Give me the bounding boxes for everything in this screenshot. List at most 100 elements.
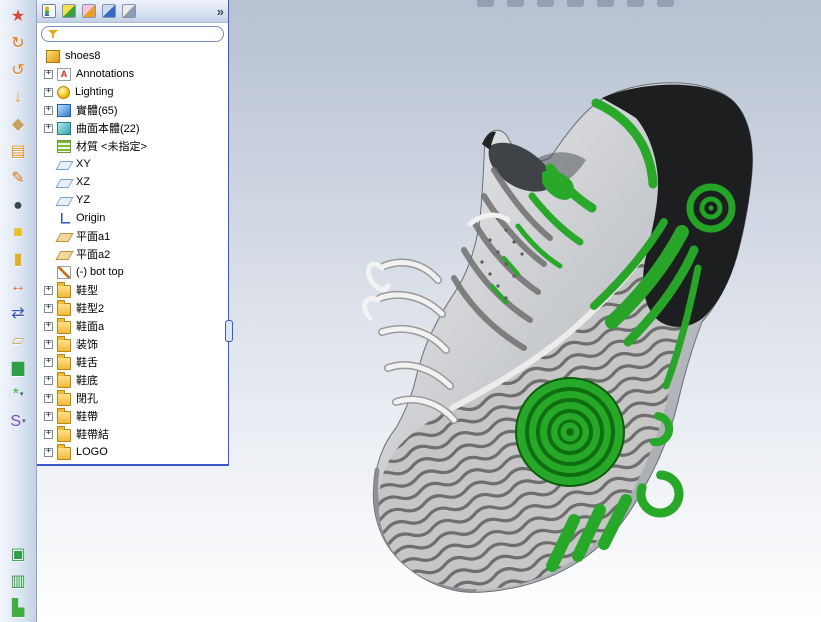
expand-toggle-icon[interactable]: +: [44, 447, 53, 457]
plane-icon: [57, 194, 71, 207]
origin-icon: [57, 211, 71, 225]
expand-toggle-icon[interactable]: +: [44, 303, 53, 313]
expand-toggle-icon[interactable]: +: [44, 87, 53, 97]
sole-green-pod: [515, 377, 625, 487]
expand-toggle-icon[interactable]: +: [44, 69, 53, 79]
filter-input[interactable]: [62, 28, 217, 40]
tool-icon-notebook-tool[interactable]: ▆: [2, 354, 34, 381]
tree-item-folder-decoration[interactable]: + 装饰: [37, 335, 228, 353]
tool-icon-plane-tool[interactable]: ◆: [2, 111, 34, 138]
propertymanager-tab-icon[interactable]: [62, 4, 76, 18]
tree-item-folder-laces[interactable]: + 鞋帶: [37, 407, 228, 425]
tool-icon-folder-tool[interactable]: ▤: [2, 138, 34, 165]
rotate-view-glyph-icon: ↻: [11, 34, 25, 52]
feature-manager-tab-bar: »: [37, 0, 228, 23]
tool-icon-window-green[interactable]: ▣: [2, 541, 34, 568]
tree-item-folder-lace-knot[interactable]: + 鞋帶結: [37, 425, 228, 443]
tree-item-folder-sole[interactable]: + 鞋底: [37, 371, 228, 389]
folder-tool-glyph-icon: ▤: [10, 142, 26, 160]
tool-icon-swap-arrows[interactable]: ⇄: [2, 300, 34, 327]
configurationmanager-tab-icon[interactable]: [82, 4, 96, 18]
tree-item-plane-xz[interactable]: + XZ: [37, 173, 228, 191]
ref-plane-icon: [57, 230, 71, 243]
tool-icon-rotate-view[interactable]: ↻: [2, 30, 34, 57]
box-tool-glyph-icon: ■: [13, 223, 23, 241]
expand-toggle-icon[interactable]: +: [44, 393, 53, 403]
notebook-tool-glyph-icon: ▆: [11, 358, 25, 376]
expand-toggle-icon[interactable]: +: [44, 429, 53, 439]
folder-icon: [57, 335, 71, 352]
surface-bodies-icon: [57, 121, 71, 135]
tree-item-surface-bodies[interactable]: + 曲面本體(22): [37, 119, 228, 137]
expand-toggle-icon[interactable]: +: [44, 123, 53, 133]
cropped-bottom-glyph-icon: ▙: [11, 599, 25, 617]
expand-toggle-icon[interactable]: +: [44, 357, 53, 367]
tool-icon-cropped-bottom[interactable]: ▙: [2, 595, 34, 622]
tool-icon-sheet-tool[interactable]: ▱: [2, 327, 34, 354]
swap-arrows-glyph-icon: ⇄: [11, 304, 25, 322]
tool-icon-curve-tool[interactable]: ↺: [2, 57, 34, 84]
tree-item-plane-yz[interactable]: + YZ: [37, 191, 228, 209]
feature-tree: shoes8 + Annotations + Lighting + 實體(65)…: [37, 44, 228, 461]
tree-item-solid-bodies[interactable]: + 實體(65): [37, 101, 228, 119]
sketch-icon: [57, 265, 71, 279]
tree-item-plane-a1[interactable]: + 平面a1: [37, 227, 228, 245]
tool-icon-spline-tool[interactable]: S ▾: [2, 408, 34, 435]
sketch-pencil-glyph-icon: ✎: [11, 169, 25, 187]
tree-item-material[interactable]: + 材質 <未指定>: [37, 137, 228, 155]
tab-icons: [42, 4, 136, 18]
tree-item-folder-shoe-last[interactable]: + 鞋型: [37, 281, 228, 299]
plane-icon: [57, 158, 71, 171]
tool-icon-box-tool[interactable]: ■: [2, 219, 34, 246]
tool-icon-sphere-tool[interactable]: ●: [2, 192, 34, 219]
curve-tool-glyph-icon: ↺: [11, 61, 25, 79]
folder-icon: [57, 353, 71, 370]
tool-icon-sketch-pencil[interactable]: ✎: [2, 165, 34, 192]
tab-overflow-chevron[interactable]: »: [217, 5, 224, 18]
tree-item-plane-a2[interactable]: + 平面a2: [37, 245, 228, 263]
expand-toggle-icon[interactable]: +: [44, 411, 53, 421]
tree-item-folder-shoe-last2[interactable]: + 鞋型2: [37, 299, 228, 317]
part-icon: [46, 49, 60, 63]
tool-icon-snap-point[interactable]: * ▾: [2, 381, 34, 408]
tree-item-lighting[interactable]: + Lighting: [37, 83, 228, 101]
expand-toggle-icon[interactable]: +: [44, 321, 53, 331]
material-icon: [57, 139, 71, 153]
tool-icon-sketch-star[interactable]: ★: [2, 3, 34, 30]
folder-icon: [57, 317, 71, 334]
tool-icon-import-arrow[interactable]: ↓: [2, 84, 34, 111]
tree-item-folder-tongue[interactable]: + 鞋舌: [37, 353, 228, 371]
dropdown-arrow-icon: ▾: [22, 418, 26, 425]
folder-icon: [57, 371, 71, 388]
chart-green-glyph-icon: ▥: [10, 572, 26, 590]
filter-pill[interactable]: [41, 26, 224, 42]
tree-item-folder-logo[interactable]: + LOGO: [37, 443, 228, 461]
tree-item-origin[interactable]: + Origin: [37, 209, 228, 227]
panel-resize-handle[interactable]: [225, 320, 233, 342]
solidworks-window: ★ ↻ ↺ ↓ ◆ ▤ ✎ ● ■ ▮ ↔ ⇄ ▱ ▆ *▾S▾ ▣ ▥ ▙ » shoes8 + Annota…: [0, 0, 821, 622]
tool-icon-cylinder-tool[interactable]: ▮: [2, 246, 34, 273]
expand-toggle-icon[interactable]: +: [44, 285, 53, 295]
displaymanager-tab-icon[interactable]: [122, 4, 136, 18]
tree-item-folder-shoe-upper[interactable]: + 鞋面a: [37, 317, 228, 335]
feature-tree-items: + Annotations + Lighting + 實體(65) + 曲面本體…: [37, 65, 228, 461]
dimxpertmanager-tab-icon[interactable]: [102, 4, 116, 18]
tree-item-folder-eyelets[interactable]: + 閉孔: [37, 389, 228, 407]
expand-toggle-icon[interactable]: +: [44, 105, 53, 115]
tool-icon-chart-green[interactable]: ▥: [2, 568, 34, 595]
featuremanager-tab-icon[interactable]: [42, 4, 56, 18]
left-toolbar: ★ ↻ ↺ ↓ ◆ ▤ ✎ ● ■ ▮ ↔ ⇄ ▱ ▆ * ▾ S ▾ ▣ ▥ ▙: [0, 0, 37, 622]
tree-item-annotations[interactable]: + Annotations: [37, 65, 228, 83]
folder-icon: [57, 389, 71, 406]
tool-icon-move-tool[interactable]: ↔: [2, 273, 34, 300]
expand-toggle-icon[interactable]: +: [44, 339, 53, 349]
tree-item-plane-xy[interactable]: + XY: [37, 155, 228, 173]
left-toolbar-bottom-group: ▣ ▥ ▙: [2, 541, 34, 622]
move-tool-glyph-icon: ↔: [10, 277, 26, 295]
tree-item-bot-top-sketch[interactable]: + (-) bot top: [37, 263, 228, 281]
plane-tool-glyph-icon: ◆: [11, 115, 25, 133]
left-toolbar-top-group: ★ ↻ ↺ ↓ ◆ ▤ ✎ ● ■ ▮ ↔ ⇄ ▱ ▆ * ▾ S ▾: [2, 3, 34, 435]
filter-row: [37, 23, 228, 44]
tree-item-root[interactable]: shoes8: [37, 47, 228, 65]
expand-toggle-icon[interactable]: +: [44, 375, 53, 385]
